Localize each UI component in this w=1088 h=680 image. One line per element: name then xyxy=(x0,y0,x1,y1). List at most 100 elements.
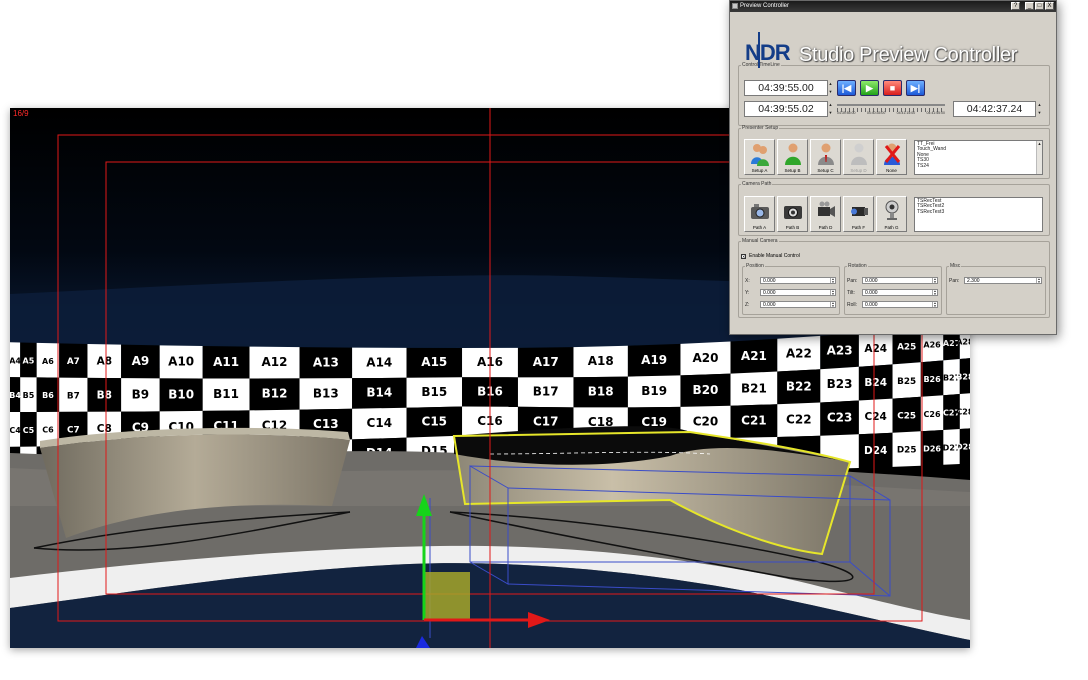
setup-a-button[interactable]: Setup A xyxy=(744,139,775,175)
aspect-ratio-label: 16/9 xyxy=(13,109,29,118)
path-f-button[interactable]: Path F xyxy=(843,196,874,232)
checker-label: A19 xyxy=(641,353,667,367)
position-y-value: 0.000 xyxy=(763,290,776,296)
checker-label: D25 xyxy=(897,446,917,456)
setup-c-label: Setup C xyxy=(817,168,834,173)
path-d-button[interactable]: Path D xyxy=(810,196,841,232)
spinner-arrows[interactable]: ▲ ▼ xyxy=(932,290,937,296)
checker-label: C15 xyxy=(422,414,448,428)
checker-label: B23 xyxy=(827,377,853,391)
spinner-arrows[interactable]: ▲ ▼ xyxy=(830,302,835,308)
checker-label: C28 xyxy=(956,408,970,417)
path-a-button[interactable]: Path A xyxy=(744,196,775,232)
spinner-arrows[interactable]: ▲ ▼ xyxy=(932,302,937,308)
checker-label: A21 xyxy=(741,349,767,363)
position-y-field[interactable]: 0.000 ▲ ▼ xyxy=(760,289,836,296)
path-g-button[interactable]: Path G xyxy=(876,196,907,232)
setup-none-button[interactable]: None xyxy=(876,139,907,175)
checker-label: D26 xyxy=(923,444,941,453)
current-time-field[interactable]: 04:39:55.00 xyxy=(744,80,828,96)
enable-manual-control-row[interactable]: ✕ Enable Manual Control xyxy=(741,253,800,259)
presenter-list-scrollbar[interactable]: ▲ xyxy=(1036,141,1042,174)
camera-path-list[interactable]: TSRecTest TSRecTest2 TSRecTest3 xyxy=(914,197,1043,232)
position-z-field[interactable]: 0.000 ▲ ▼ xyxy=(760,301,836,308)
path-b-button[interactable]: Path B xyxy=(777,196,808,232)
checker-label: D24 xyxy=(864,445,887,457)
checker-label: B25 xyxy=(897,377,916,387)
presenter-setup-legend: Presenter Setup xyxy=(742,125,779,131)
rotation-tilt-field[interactable]: 0.000 ▲ ▼ xyxy=(862,289,938,296)
camera-icon xyxy=(784,206,802,219)
spinner-arrows[interactable]: ▲ ▼ xyxy=(830,290,835,296)
list-item[interactable]: TS24 xyxy=(917,163,1040,169)
spinner-arrows[interactable]: ▲ ▼ xyxy=(932,278,937,284)
position-x-value: 0.000 xyxy=(763,278,776,284)
path-f-label: Path F xyxy=(851,225,866,230)
checker-label: A18 xyxy=(588,354,614,368)
checker-label: B15 xyxy=(421,385,447,399)
camera-path-legend: Camera Path xyxy=(742,181,772,187)
checker-label: C7 xyxy=(67,425,80,435)
timeline-legend: Control TimeLine xyxy=(742,62,780,68)
presenter-icon xyxy=(818,143,834,165)
enable-manual-checkbox[interactable]: ✕ xyxy=(741,253,746,259)
stop-button[interactable]: ■ xyxy=(883,80,902,96)
checker-label: B18 xyxy=(588,385,614,399)
end-time-field[interactable]: 04:42:37.24 xyxy=(953,101,1036,117)
banner: NDR Studio Preview Controller xyxy=(730,12,1056,68)
help-button[interactable]: ? xyxy=(1011,2,1020,10)
misc-pan-value: 2.300 xyxy=(967,278,980,284)
checker-label: A10 xyxy=(168,355,194,369)
misc-pan-field[interactable]: 2.300 ▲ ▼ xyxy=(964,277,1042,284)
checker-label: B26 xyxy=(923,375,941,384)
rotation-tilt-value: 0.000 xyxy=(865,290,878,296)
checker-label: A13 xyxy=(313,355,339,369)
slider-tick-label: 04:40:35:00 xyxy=(866,111,886,115)
presenter-icon xyxy=(851,143,867,165)
checker-label: B17 xyxy=(533,385,559,399)
video-camera-icon xyxy=(851,207,868,216)
checker-label: C5 xyxy=(23,426,35,435)
setup-b-button[interactable]: Setup B xyxy=(777,139,808,175)
path-g-label: Path G xyxy=(884,225,899,230)
video-camera-icon xyxy=(818,201,835,217)
maximize-button[interactable]: □ xyxy=(1035,2,1044,10)
start-time-spinner[interactable]: ▲ ▼ xyxy=(828,101,833,117)
start-time-field[interactable]: 04:39:55.02 xyxy=(744,101,828,117)
title-bar[interactable]: Preview Controller ? _ □ X xyxy=(730,1,1056,12)
skip-end-button[interactable]: ▶| xyxy=(906,80,925,96)
rotation-pan-value: 0.000 xyxy=(865,278,878,284)
checker-label: A26 xyxy=(923,341,941,350)
checker-label: C22 xyxy=(786,412,812,426)
rotation-roll-label: Roll: xyxy=(847,301,858,308)
setup-d-button[interactable]: Setup D xyxy=(843,139,874,175)
minimize-button[interactable]: _ xyxy=(1025,2,1034,10)
current-time-spinner[interactable]: ▲ ▼ xyxy=(828,80,833,96)
close-button[interactable]: X xyxy=(1045,2,1054,10)
setup-a-label: Setup A xyxy=(751,168,768,173)
rotation-pan-field[interactable]: 0.000 ▲ ▼ xyxy=(862,277,938,284)
checker-label: B11 xyxy=(213,387,239,401)
play-button[interactable]: ▶ xyxy=(860,80,879,96)
presenter-list[interactable]: TT_Frei Touch_Wand None TS30 TS24 ▲ xyxy=(914,140,1043,175)
timeline-slider[interactable]: 04:39:55:00 04:40:35:00 04:41:15:00 04:4… xyxy=(837,98,945,120)
checker-label: C26 xyxy=(924,410,941,419)
checker-label: B12 xyxy=(262,387,288,401)
position-x-field[interactable]: 0.000 ▲ ▼ xyxy=(760,277,836,284)
spinner-arrows[interactable]: ▲ ▼ xyxy=(1036,278,1041,284)
stop-icon: ■ xyxy=(889,83,896,93)
spinner-arrows[interactable]: ▲ ▼ xyxy=(830,278,835,284)
setup-c-button[interactable]: Setup C xyxy=(810,139,841,175)
rotation-pan-row: Pan: 0.000 ▲ ▼ xyxy=(847,277,938,284)
list-item[interactable]: TSRecTest3 xyxy=(917,209,1040,215)
rotation-legend: Rotation xyxy=(848,263,867,269)
checker-label: B13 xyxy=(313,386,339,400)
misc-group: Misc xyxy=(946,263,1046,315)
end-time-spinner[interactable]: ▲ ▼ xyxy=(1037,101,1042,117)
checker-label: C23 xyxy=(827,411,853,425)
rewind-button[interactable]: |◀ xyxy=(837,80,856,96)
rotation-roll-field[interactable]: 0.000 ▲ ▼ xyxy=(862,301,938,308)
checker-label: C17 xyxy=(533,415,559,429)
checker-label: B21 xyxy=(741,381,767,395)
play-icon: ▶ xyxy=(866,83,873,93)
